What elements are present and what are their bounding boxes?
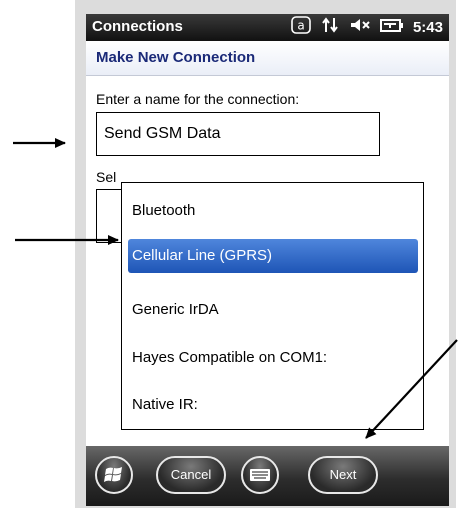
callout-arrows <box>13 138 458 439</box>
arrow-to-next-button <box>365 339 458 439</box>
